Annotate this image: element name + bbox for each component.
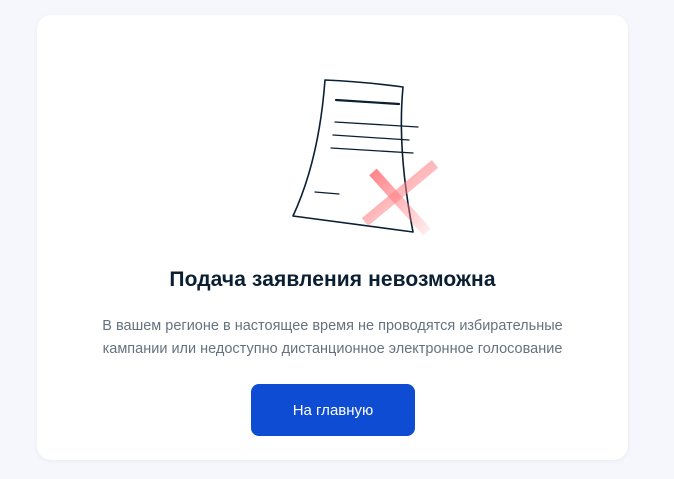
description-line: В вашем регионе в настоящее время не про… [102, 318, 563, 334]
description-line: кампании или недоступно дистанционное эл… [102, 341, 563, 357]
go-home-button[interactable]: На главную [251, 384, 415, 436]
error-card: Подача заявления невозможна В вашем реги… [37, 15, 628, 460]
error-description: В вашем регионе в настоящее время не про… [67, 315, 598, 361]
rejected-document-icon [247, 60, 447, 240]
page-title: Подача заявления невозможна [169, 268, 496, 291]
